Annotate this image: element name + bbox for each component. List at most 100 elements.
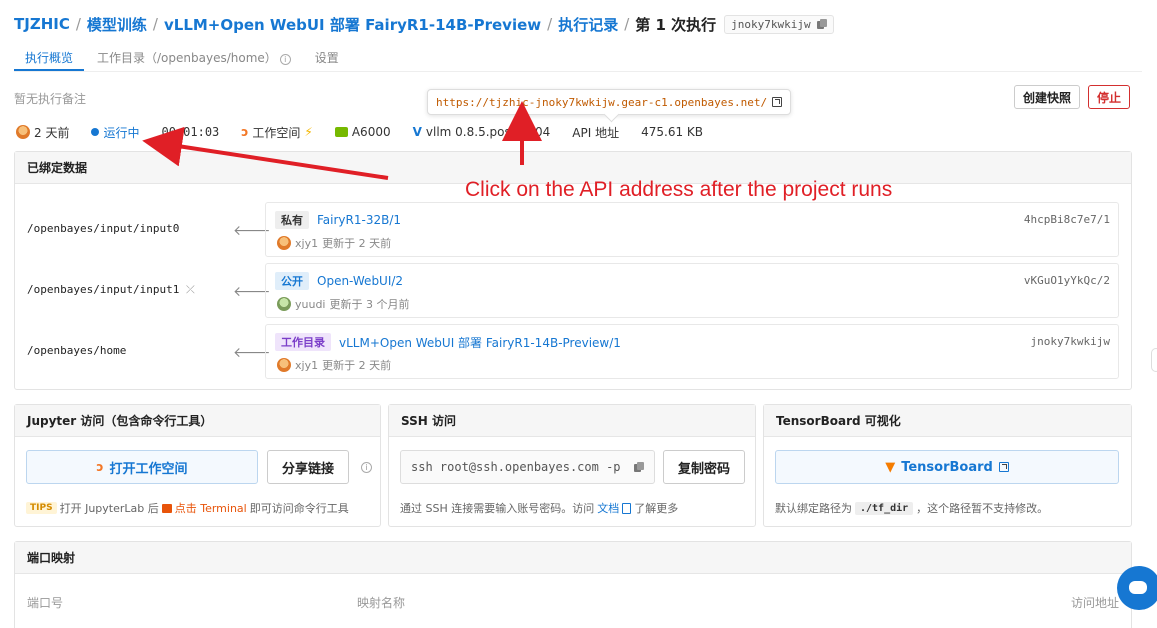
stop-button[interactable]: 停止 [1088, 85, 1131, 109]
share-link-button[interactable]: 分享链接 [267, 450, 349, 484]
jupyter-tips: TIPS 打开 JupyterLab 后 点击 Terminal 即可访问命令行… [26, 500, 349, 516]
copy-icon[interactable] [634, 462, 644, 473]
open-workspace-button[interactable]: ↄ 打开工作空间 [26, 450, 258, 484]
api-address-tooltip[interactable]: https://tjzhic-jnoky7kwkijw.gear-c1.open… [427, 89, 792, 115]
jupyter-title: Jupyter 访问（包含命令行工具） [15, 405, 380, 437]
tensorboard-label: TensorBoard [901, 459, 993, 475]
tensorboard-card: TensorBoard 可视化 ▼ TensorBoard 默认绑定路径为 ./… [763, 404, 1132, 527]
dataset-updated: 更新于 3 个月前 [329, 298, 410, 311]
breadcrumb-separator: / [152, 15, 158, 33]
mount-path: /openbayes/input/input1 ⤫ [27, 283, 195, 297]
meta-gpu: A6000 [334, 125, 391, 139]
port-mapping-card: 端口映射 端口号 映射名称 访问地址 [14, 541, 1132, 628]
exec-note: 暂无执行备注 [14, 92, 87, 106]
tensorboard-title: TensorBoard 可视化 [764, 405, 1131, 437]
dataset-box: 私有 FairyR1-32B/1 4hcpBi8c7e7/1 xjy1 更新于 … [265, 202, 1119, 257]
ssh-command-field[interactable]: ssh root@ssh.openbayes.com -p [400, 450, 655, 484]
tips-pre: 打开 JupyterLab 后 [59, 502, 159, 515]
tensorboard-button[interactable]: ▼ TensorBoard [775, 450, 1119, 484]
dataset-updated: 更新于 2 天前 [322, 237, 392, 250]
terminal-icon [161, 503, 172, 513]
avatar [277, 297, 291, 311]
tab-workdir-label: 工作目录（/openbayes/home） [97, 51, 277, 65]
meta-gpu-text: A6000 [351, 125, 391, 139]
ssh-hint: 通过 SSH 连接需要输入账号密码。访问 文档 了解更多 [400, 500, 678, 516]
workdir-tag: 工作目录 [275, 333, 331, 351]
mount-path: /openbayes/input/input0 [27, 222, 180, 235]
breadcrumb-exec-records[interactable]: 执行记录 [558, 14, 618, 35]
meta-image: Vvllm 0.8.5.post-2204 [413, 125, 551, 139]
dataset-link[interactable]: FairyR1-32B/1 [317, 213, 401, 227]
copy-icon[interactable] [816, 18, 827, 30]
tab-overview[interactable]: 执行概览 [14, 44, 85, 71]
avatar [277, 358, 291, 372]
breadcrumb-separator: / [624, 15, 630, 33]
tab-bar: 执行概览 工作目录（/openbayes/home） i 设置 [14, 44, 1142, 72]
exec-id-badge: jnoky7kwkijw [724, 14, 834, 34]
tab-overview-label: 执行概览 [25, 51, 74, 65]
avatar [16, 125, 30, 139]
meta-status: 运行中 [91, 124, 139, 141]
vllm-icon: V [412, 125, 422, 139]
unlink-icon[interactable]: ⤫ [186, 283, 195, 296]
breadcrumb-org[interactable]: TJZHIC [14, 15, 70, 33]
page-title: 第 1 次执行 [635, 15, 717, 34]
meta-workspace[interactable]: ↄ 工作空间 ⚡ [241, 124, 313, 141]
breadcrumb-model-training[interactable]: 模型训练 [87, 14, 147, 35]
dataset-user[interactable]: xjy1 [295, 237, 318, 250]
dataset-link[interactable]: vLLM+Open WebUI 部署 FairyR1-14B-Preview/1 [339, 334, 621, 351]
docs-link[interactable]: 文档 [597, 500, 619, 516]
external-link-icon[interactable] [772, 97, 783, 107]
meta-api-address[interactable]: API 地址 [572, 124, 619, 141]
meta-status-text: 运行中 [103, 125, 140, 140]
dataset-hash: vKGuO1yYkQc/2 [1023, 274, 1110, 287]
info-icon[interactable]: i [279, 54, 291, 65]
dataset-box: 公开 Open-WebUI/2 vKGuO1yYkQc/2 yuudi 更新于 … [265, 263, 1119, 318]
dataset-link[interactable]: Open-WebUI/2 [317, 274, 403, 288]
ssh-hint-post: 了解更多 [634, 502, 679, 515]
public-tag: 公开 [275, 272, 309, 290]
mount-path: /openbayes/home [27, 344, 127, 357]
breadcrumb-project[interactable]: vLLM+Open WebUI 部署 FairyR1-14B-Preview [164, 14, 541, 35]
col-port: 端口号 [27, 596, 64, 610]
tab-workdir[interactable]: 工作目录（/openbayes/home） i [86, 44, 302, 71]
ssh-title: SSH 访问 [389, 405, 755, 437]
breadcrumb-separator: / [547, 15, 553, 33]
dataset-user[interactable]: yuudi [295, 298, 326, 311]
tab-settings[interactable]: 设置 [304, 44, 350, 71]
col-access-url: 访问地址 [1071, 596, 1120, 610]
scroll-handle[interactable] [1151, 348, 1157, 372]
tips-terminal-link[interactable]: 点击 Terminal [175, 500, 247, 516]
dataset-updated: 更新于 2 天前 [322, 359, 392, 372]
jupyter-icon: ↄ [241, 125, 249, 139]
dataset-hash: 4hcpBi8c7e7/1 [1023, 213, 1110, 226]
meta-image-text: vllm 0.8.5.post-2204 [425, 125, 551, 139]
dataset-user[interactable]: xjy1 [295, 359, 318, 372]
create-snapshot-button[interactable]: 创建快照 [1014, 85, 1081, 109]
copy-password-button[interactable]: 复制密码 [663, 450, 745, 484]
external-link-icon [998, 462, 1009, 472]
col-mapping-name: 映射名称 [357, 596, 406, 610]
jupyter-icon: ↄ [96, 460, 104, 474]
info-icon[interactable]: i [361, 462, 372, 473]
api-address-url[interactable]: https://tjzhic-jnoky7kwkijw.gear-c1.open… [436, 96, 767, 109]
tips-post: 即可访问命令行工具 [249, 502, 349, 515]
port-mapping-title: 端口映射 [15, 542, 1131, 574]
ssh-hint-pre: 通过 SSH 连接需要输入账号密码。访问 [400, 502, 595, 515]
running-status-dot-icon [91, 128, 100, 136]
exec-id-text: jnoky7kwkijw [731, 17, 811, 31]
meta-size: 475.61 KB [641, 125, 704, 139]
chat-support-icon[interactable] [1117, 566, 1157, 610]
tensorboard-icon: ▼ [885, 459, 896, 475]
jupyter-card: Jupyter 访问（包含命令行工具） ↄ 打开工作空间 分享链接 i TIPS… [14, 404, 381, 527]
dataset-hash: jnoky7kwkijw [1030, 335, 1110, 348]
breadcrumb-separator: / [75, 15, 81, 33]
tips-badge: TIPS [26, 502, 57, 514]
meta-workspace-text[interactable]: 工作空间 [252, 124, 300, 141]
tensorboard-hint: 默认绑定路径为 ./tf_dir ，这个路径暂不支持修改。 [775, 500, 1048, 516]
doc-icon[interactable] [622, 502, 632, 514]
bound-row: /openbayes/input/input0 🡐 私有 FairyR1-32B… [15, 202, 1131, 257]
meta-created: 2 天前 [16, 124, 69, 141]
meta-created-text: 2 天前 [34, 125, 70, 140]
meta-duration: 00:01:03 [161, 125, 220, 139]
